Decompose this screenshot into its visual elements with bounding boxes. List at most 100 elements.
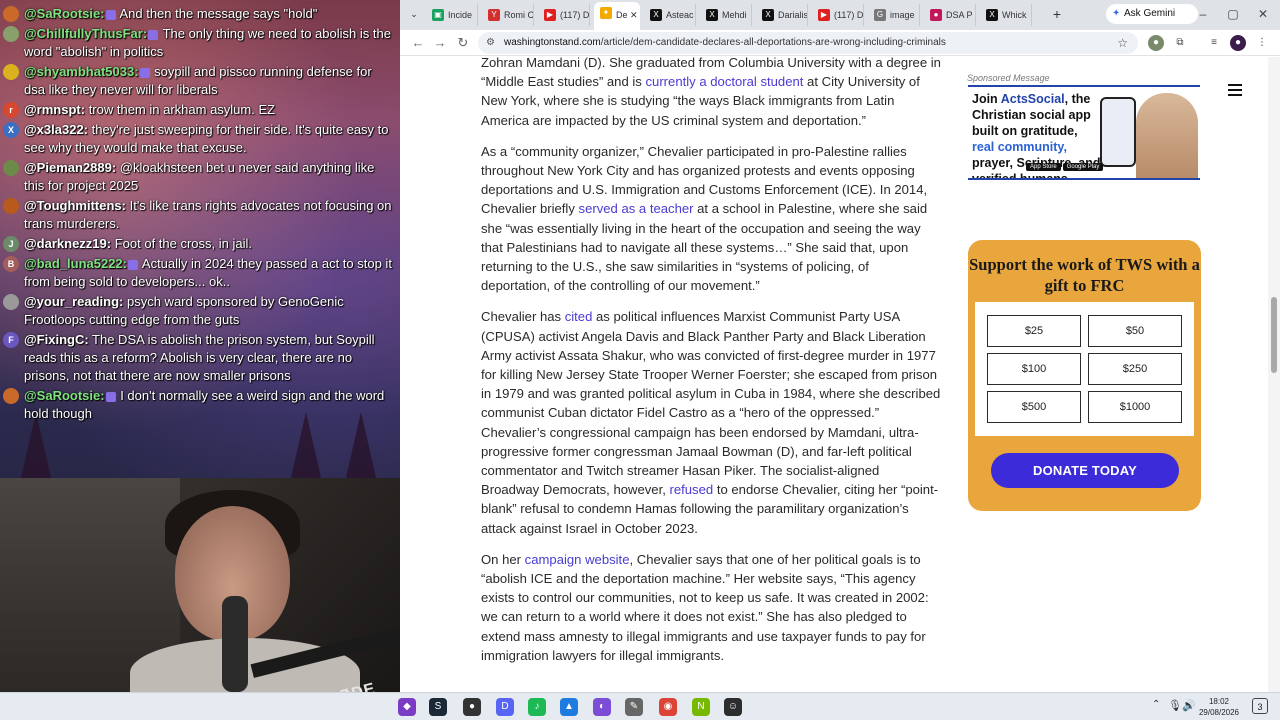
new-tab-button[interactable]: + xyxy=(1048,5,1066,23)
tab-search-icon[interactable]: ⌄ xyxy=(406,6,422,22)
spotify-icon[interactable]: ♪ xyxy=(528,698,546,716)
chat-avatar xyxy=(3,388,19,404)
bookmark-star-icon[interactable]: ☆ xyxy=(1117,32,1128,54)
close-icon[interactable]: ✕ xyxy=(1248,4,1278,24)
back-icon[interactable]: ← xyxy=(408,33,428,53)
app-gray-icon[interactable]: ✎ xyxy=(625,698,643,716)
amount-button[interactable]: $250 xyxy=(1088,353,1182,385)
article-text: On her xyxy=(481,551,525,567)
article-link[interactable]: served as a teacher xyxy=(579,201,694,216)
tab-label: Incide xyxy=(448,10,473,20)
tab-favicon-icon: Y xyxy=(488,9,500,21)
article-link[interactable]: currently a doctoral student xyxy=(645,74,803,89)
chat-message: @Toughmittens: It's like trans rights ad… xyxy=(0,196,400,234)
reload-icon[interactable]: ↻ xyxy=(453,33,473,53)
browser-tab[interactable]: ▶ (117) D xyxy=(538,4,590,26)
system-clock[interactable]: 18:02 29/08/2026 xyxy=(1194,696,1244,718)
browser-tab[interactable]: X Whick xyxy=(980,4,1032,26)
chat-message: r @rmnspt: trow them in arkham asylum. EZ xyxy=(0,100,400,120)
forward-icon[interactable]: → xyxy=(430,33,450,53)
chat-username: @shyambhat5033: xyxy=(24,64,139,79)
browser-tab[interactable]: ▶ (117) D xyxy=(812,4,864,26)
tab-close-icon[interactable]: ✕ xyxy=(628,10,638,20)
tab-favicon-icon: ▶ xyxy=(818,9,830,21)
app-blue-icon[interactable]: ▲ xyxy=(560,698,578,716)
chat-message: @shyambhat5033: soypill and pissco runni… xyxy=(0,62,400,100)
amount-button[interactable]: $500 xyxy=(987,391,1081,423)
nvidia-icon[interactable]: N xyxy=(692,698,710,716)
chat-message: @Pieman2889: @kloakhsteen bet u never sa… xyxy=(0,158,400,196)
article-paragraph: As a “community organizer,” Chevalier pa… xyxy=(481,142,941,296)
amount-button[interactable]: $100 xyxy=(987,353,1081,385)
mic-tray-icon[interactable]: 🎙 xyxy=(1168,699,1182,712)
chat-avatar: B xyxy=(3,256,19,272)
hamburger-menu-icon[interactable] xyxy=(1228,84,1242,96)
chat-avatar xyxy=(3,6,19,22)
browser-tab[interactable]: X Mehdi xyxy=(700,4,752,26)
ad-text: Join xyxy=(972,92,1001,106)
tab-favicon-icon: ▶ xyxy=(544,9,556,21)
app-dark-icon[interactable]: ☺ xyxy=(724,698,742,716)
site-info-icon[interactable]: ⚙ xyxy=(486,32,495,54)
chat-badge-icon xyxy=(139,67,150,78)
chat-username: @bad_luna5222: xyxy=(24,256,127,271)
article-text: , Chevalier says that one of her politic… xyxy=(481,551,929,663)
chat-badge-icon xyxy=(105,391,116,402)
extension-icon[interactable]: ● xyxy=(1148,35,1164,51)
menu-kebab-icon[interactable]: ⋮ xyxy=(1254,35,1270,51)
chat-message: J @darknezz19: Foot of the cross, in jail… xyxy=(0,234,400,254)
tray-expand-icon[interactable]: ⌃ xyxy=(1152,699,1160,710)
browser-tab[interactable]: Gimage xyxy=(868,4,920,26)
chat-avatar xyxy=(3,64,19,80)
chat-text: And then the message says "hold" xyxy=(116,6,318,21)
profile-avatar[interactable]: ● xyxy=(1230,35,1246,51)
extensions-puzzle-icon[interactable]: ⧉ xyxy=(1172,35,1188,51)
article-link[interactable]: refused xyxy=(670,482,714,497)
browser-tab[interactable]: ✦ De ✕ xyxy=(594,2,640,30)
tab-label: Asteac xyxy=(666,10,694,20)
radeon-icon[interactable]: ◆ xyxy=(398,698,416,716)
media-control-icon[interactable]: ≡ xyxy=(1206,35,1222,51)
chat-username: @SaRootsie: xyxy=(24,388,105,403)
browser-tab[interactable]: X Darialis xyxy=(756,4,808,26)
browser-tab[interactable]: X Asteac xyxy=(644,4,696,26)
amount-button[interactable]: $1000 xyxy=(1088,391,1182,423)
tab-label: Darialis xyxy=(778,10,808,20)
discord-icon[interactable]: D xyxy=(496,698,514,716)
browser-tab[interactable]: ● DSA P xyxy=(924,4,976,26)
notification-badge[interactable]: 3 xyxy=(1252,698,1268,714)
article-link[interactable]: cited xyxy=(565,309,593,324)
ask-gemini-button[interactable]: ✦ Ask Gemini xyxy=(1106,4,1198,24)
clock-time: 18:02 xyxy=(1208,697,1230,706)
address-bar[interactable]: ⚙ washingtonstand.com/article/dem-candid… xyxy=(478,32,1138,54)
browser-tab[interactable]: Y Romi C xyxy=(482,4,534,26)
maximize-icon[interactable]: ▢ xyxy=(1218,4,1248,24)
amount-button[interactable]: $50 xyxy=(1088,315,1182,347)
minimize-icon[interactable]: – xyxy=(1188,4,1218,24)
steam-icon[interactable]: S xyxy=(429,698,447,716)
page-scrollbar[interactable] xyxy=(1268,57,1280,692)
chat-username: @SaRootsie: xyxy=(24,6,105,21)
donate-today-button[interactable]: DONATE TODAY xyxy=(991,453,1179,488)
article-link[interactable]: campaign website xyxy=(525,552,630,567)
chrome-icon[interactable]: ◉ xyxy=(659,698,677,716)
url-domain: washingtonstand.com xyxy=(504,37,601,48)
chat-message: F @FixingC: The DSA is abolish the prison… xyxy=(0,330,400,386)
app-store-badge: App Store xyxy=(1026,163,1061,171)
chat-message: @SaRootsie: I don't normally see a weird… xyxy=(0,386,400,424)
browser-toolbar: ← → ↻ ⚙ washingtonstand.com/article/dem-… xyxy=(400,30,1280,56)
app-purple-icon[interactable]: ◐ xyxy=(593,698,611,716)
amount-button[interactable]: $25 xyxy=(987,315,1081,347)
obs-icon[interactable]: ● xyxy=(463,698,481,716)
chat-avatar xyxy=(3,160,19,176)
chat-message: @your_reading: psych ward sponsored by G… xyxy=(0,292,400,330)
browser-tab[interactable]: ▣ Incide xyxy=(426,4,478,26)
chat-badge-icon xyxy=(148,29,159,40)
tab-label: De xyxy=(616,10,628,20)
ad-phone-image xyxy=(1100,97,1136,167)
scrollbar-thumb[interactable] xyxy=(1271,297,1277,373)
chat-text: Foot of the cross, in jail. xyxy=(111,236,253,251)
tab-label: image xyxy=(890,10,915,20)
tab-favicon-icon: ● xyxy=(930,9,942,21)
sponsored-ad[interactable]: Join ActsSocial, the Christian social ap… xyxy=(968,85,1200,180)
